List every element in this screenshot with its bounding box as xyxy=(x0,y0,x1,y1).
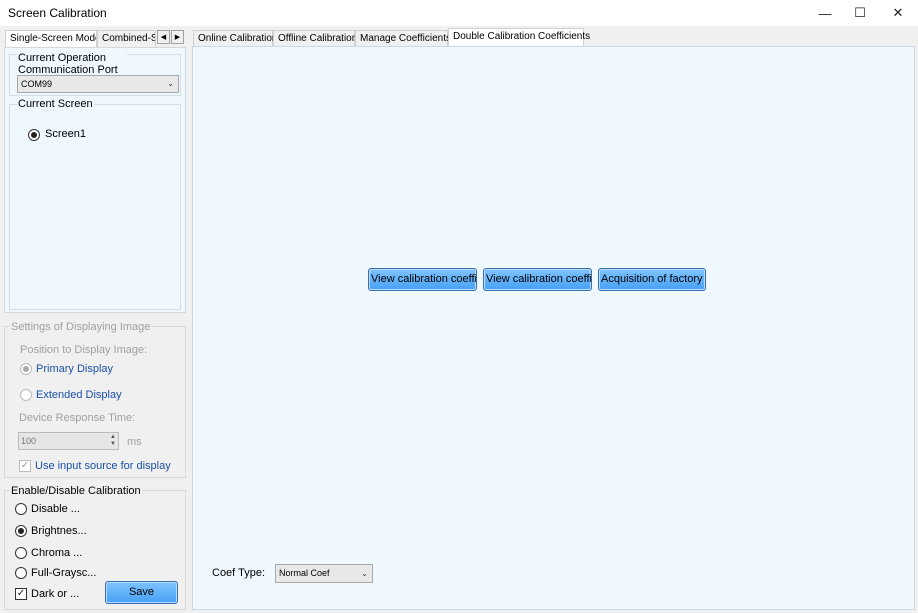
chroma-label: Chroma ... xyxy=(31,547,83,559)
primary-display-label: Primary Display xyxy=(36,363,114,375)
input-source-label: Use input source for display xyxy=(35,460,171,472)
save-button[interactable]: Save xyxy=(105,581,178,604)
acquisition-factory-button[interactable]: Acquisition of factory ... xyxy=(598,268,706,291)
extended-display-radio[interactable] xyxy=(20,389,32,401)
tab-offline-calibration[interactable]: Offline Calibration xyxy=(273,30,357,47)
double-calibration-panel xyxy=(192,46,915,610)
tab-manage-coefficients[interactable]: Manage Coefficients xyxy=(355,30,451,47)
coef-type-value: Normal Coef xyxy=(279,568,330,578)
view-calibration-coeffi-button-1[interactable]: View calibration coeffi... xyxy=(368,268,477,291)
maximize-button[interactable]: ☐ xyxy=(841,0,879,26)
screen1-radio[interactable] xyxy=(28,129,40,141)
disable-label: Disable ... xyxy=(31,503,80,515)
screen1-label: Screen1 xyxy=(45,128,86,140)
chevron-down-icon: ⌄ xyxy=(361,569,368,578)
full-grayscale-radio[interactable] xyxy=(15,567,27,579)
tab-scroll-left-button[interactable]: ◀ xyxy=(157,30,170,44)
dark-checkbox[interactable]: ✓ xyxy=(15,588,27,600)
title-bar: Screen Calibration — ☐ ✕ xyxy=(0,0,918,26)
tab-online-calibration[interactable]: Online Calibration xyxy=(193,30,278,47)
position-label: Position to Display Image: xyxy=(20,344,148,356)
coef-type-select[interactable]: Normal Coef ⌄ xyxy=(275,564,373,583)
primary-display-radio[interactable] xyxy=(20,363,32,375)
response-unit-label: ms xyxy=(127,436,142,448)
port-select[interactable]: COM99 ⌄ xyxy=(17,75,179,93)
response-time-stepper[interactable]: 100 ▲ ▼ xyxy=(18,432,119,450)
response-time-label: Device Response Time: xyxy=(19,412,136,424)
minimize-icon: — xyxy=(818,5,832,21)
brightness-label: Brightnes... xyxy=(31,525,87,537)
full-grayscale-label: Full-Graysc... xyxy=(31,567,97,579)
extended-display-label: Extended Display xyxy=(36,389,122,401)
tab-single-screen-mode[interactable]: Single-Screen Mode xyxy=(5,30,97,48)
screen-group-label: Current Screen xyxy=(17,98,94,110)
port-selected-value: COM99 xyxy=(21,79,53,89)
close-icon: ✕ xyxy=(892,5,904,20)
display-settings-label: Settings of Displaying Image xyxy=(10,321,152,333)
calibration-group-label: Enable/Disable Calibration xyxy=(10,485,142,497)
spin-up-icon[interactable]: ▲ xyxy=(110,434,116,441)
window-title: Screen Calibration xyxy=(8,6,107,20)
maximize-icon: ☐ xyxy=(854,5,866,20)
disable-radio[interactable] xyxy=(15,503,27,515)
input-source-checkbox[interactable]: ✓ xyxy=(19,460,31,472)
coef-type-label: Coef Type: xyxy=(212,567,265,579)
brightness-radio[interactable] xyxy=(15,525,27,537)
tab-scroll-right-button[interactable]: ▶ xyxy=(171,30,184,44)
arrow-right-icon: ▶ xyxy=(174,34,181,41)
view-calibration-coeffi-button-2[interactable]: View calibration coeffi... xyxy=(483,268,592,291)
chevron-down-icon: ⌄ xyxy=(167,79,174,88)
close-button[interactable]: ✕ xyxy=(879,0,917,26)
arrow-left-icon: ◀ xyxy=(160,34,167,41)
tab-combined-screen[interactable]: Combined-Sc xyxy=(97,30,156,48)
chroma-radio[interactable] xyxy=(15,547,27,559)
dark-label: Dark or ... xyxy=(31,588,80,600)
single-screen-panel: Current Operation Communication Port COM… xyxy=(4,47,186,313)
minimize-button[interactable]: — xyxy=(806,0,844,26)
port-group-label: Current Operation Communication Port xyxy=(17,52,127,76)
tab-double-calibration-coefficients[interactable]: Double Calibration Coefficients xyxy=(448,28,590,47)
response-time-value: 100 xyxy=(21,436,37,446)
spin-down-icon[interactable]: ▼ xyxy=(110,441,116,448)
